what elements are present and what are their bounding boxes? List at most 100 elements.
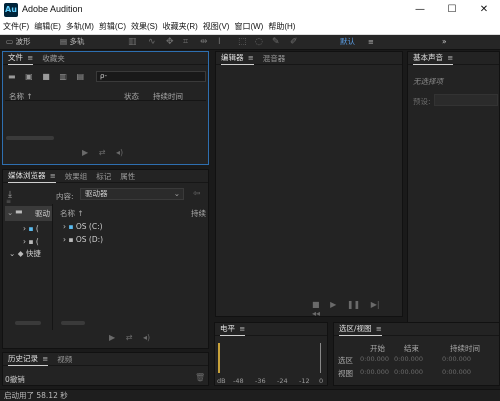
column-name[interactable]: 名称 ↑ — [60, 208, 84, 219]
time-selection-tool-icon[interactable]: I — [218, 35, 221, 49]
tab-essential-sound[interactable]: 基本声音 ≡ — [413, 52, 454, 65]
panel-menu-icon[interactable]: ≡ — [27, 54, 33, 62]
horizontal-scrollbar[interactable] — [6, 136, 54, 140]
view-end[interactable]: 0:00.000 — [394, 368, 423, 376]
tree-item-c[interactable]: › ▪ ( — [23, 224, 39, 233]
selection-end[interactable]: 0:00.000 — [394, 355, 423, 363]
window-title: Adobe Audition — [22, 4, 83, 14]
workspace-default[interactable]: 默认 — [340, 36, 355, 48]
view-duration[interactable]: 0:00.000 — [442, 368, 471, 376]
level-meter-bar — [221, 343, 321, 373]
menu-multitrack[interactable]: 多轨(M) — [66, 20, 94, 34]
content-dropdown[interactable]: 驱动器 ⌄ — [80, 188, 184, 200]
menu-help[interactable]: 帮助(H) — [268, 20, 295, 34]
tab-effects-rack[interactable]: 效果组 — [65, 171, 88, 182]
menu-effects[interactable]: 效果(S) — [131, 20, 158, 34]
panel-menu-icon[interactable]: ≡ — [376, 325, 382, 333]
tab-files[interactable]: 文件 ≡ — [8, 52, 34, 65]
minimize-button[interactable]: — — [404, 0, 436, 20]
menu-view[interactable]: 视图(V) — [203, 20, 230, 34]
tree-scrollbar[interactable] — [15, 321, 41, 325]
shortcut-icon[interactable]: ≡ — [6, 198, 11, 205]
media-transport: ▶ ⇄ ◂) — [109, 333, 158, 342]
lasso-tool-icon[interactable]: ◌ — [255, 35, 263, 49]
chevron-right-icon: › — [63, 222, 66, 231]
files-search-input[interactable]: ρ- — [96, 71, 206, 82]
spot-healing-tool-icon[interactable]: ✐ — [290, 35, 298, 49]
list-scrollbar[interactable] — [61, 321, 85, 325]
panel-menu-icon[interactable]: ≡ — [239, 325, 245, 333]
move-tool-icon[interactable]: ✥ — [166, 35, 174, 49]
tab-markers[interactable]: 标记 — [96, 171, 111, 182]
expand-icon: ⌄ — [7, 208, 14, 217]
meter-label: 0 — [319, 377, 324, 385]
play-icon[interactable]: ▶ — [82, 148, 88, 157]
import-icon[interactable]: ▣ — [25, 72, 33, 81]
tab-selection-view[interactable]: 选区/视图 ≡ — [339, 323, 382, 336]
insert-icon[interactable]: ▥ — [59, 72, 67, 81]
tree-item-shortcuts[interactable]: ⌄ ◆ 快捷 — [9, 248, 41, 259]
delete-icon[interactable]: ▤ — [76, 72, 84, 81]
play-icon[interactable]: ▶ — [330, 300, 336, 309]
header-end: 结束 — [404, 344, 419, 353]
panel-menu-icon[interactable]: ≡ — [447, 54, 453, 62]
files-transport: ▶ ⇄ ◂) — [82, 148, 131, 157]
menu-favorites[interactable]: 收藏夹(R) — [163, 20, 198, 34]
tab-favorites[interactable]: 收藏夹 — [42, 53, 65, 64]
waveform-view-button[interactable]: ▭ 波形 — [6, 36, 30, 48]
view-start[interactable]: 0:00.000 — [360, 368, 389, 376]
more-workspaces-button[interactable]: » — [442, 36, 447, 48]
preset-dropdown[interactable] — [434, 94, 498, 106]
disk-icon: ▪ — [28, 237, 34, 246]
selection-duration[interactable]: 0:00.000 — [442, 355, 471, 363]
rewind-icon[interactable]: ◂◂ — [312, 309, 320, 318]
razor-tool-icon[interactable]: ⌗ — [183, 35, 188, 49]
editor-transport: ■ ▶ ❚❚ ▶| ◂◂ — [312, 300, 402, 318]
workspace-menu-icon[interactable]: ≡ — [368, 36, 374, 48]
autoplay-icon[interactable]: ◂) — [143, 333, 150, 342]
play-icon[interactable]: ▶ — [109, 333, 115, 342]
menu-window[interactable]: 窗口(W) — [234, 20, 263, 34]
tree-item-selected[interactable]: ⌄ ▬ 驱动 — [5, 206, 52, 221]
pitch-display-icon[interactable]: ∿ — [148, 35, 156, 49]
tab-video[interactable]: 视频 — [57, 354, 72, 365]
slip-tool-icon[interactable]: ⇹ — [200, 35, 208, 49]
panel-menu-icon[interactable]: ≡ — [248, 54, 254, 62]
multitrack-view-button[interactable]: ▤ 多轨 — [60, 36, 84, 48]
loop-icon[interactable]: ⇄ — [99, 148, 106, 157]
tab-history[interactable]: 历史记录 ≡ — [8, 353, 49, 366]
menu-clip[interactable]: 剪辑(C) — [99, 20, 126, 34]
menu-file[interactable]: 文件(F) — [3, 20, 29, 34]
menu-bar: 文件(F) 编辑(E) 多轨(M) 剪辑(C) 效果(S) 收藏夹(R) 视图(… — [0, 20, 500, 35]
panel-menu-icon[interactable]: ≡ — [50, 172, 56, 180]
panel-menu-icon[interactable]: ≡ — [42, 355, 48, 363]
tab-media-browser[interactable]: 媒体浏览器 ≡ — [8, 170, 56, 183]
pause-icon[interactable]: ❚❚ — [347, 300, 360, 309]
new-file-icon[interactable]: ■ — [42, 72, 50, 81]
chevron-right-icon: › — [63, 235, 66, 244]
drive-row-d[interactable]: › ▪ OS (D:) — [63, 235, 103, 244]
maximize-button[interactable]: ☐ — [436, 0, 468, 20]
trash-icon[interactable]: 🗑 — [195, 373, 205, 382]
menu-edit[interactable]: 编辑(E) — [34, 20, 61, 34]
stop-icon[interactable]: ■ — [312, 300, 320, 309]
header-duration: 持续时间 — [450, 344, 480, 353]
drive-row-c[interactable]: › ▪ OS (C:) — [63, 222, 103, 231]
open-file-icon[interactable]: ▬ — [8, 72, 16, 81]
tab-properties[interactable]: 属性 — [120, 171, 135, 182]
loop-icon[interactable]: ⇄ — [126, 333, 133, 342]
spectral-display-icon[interactable]: ▥ — [128, 35, 137, 49]
tab-level[interactable]: 电平 ≡ — [220, 323, 246, 336]
brush-tool-icon[interactable]: ✎ — [272, 35, 280, 49]
column-duration[interactable]: 持续 — [191, 208, 206, 219]
back-arrow-icon[interactable]: ⇦ — [193, 189, 201, 199]
marquee-tool-icon[interactable]: ⬚ — [238, 35, 247, 49]
tab-editor[interactable]: 编辑器 ≡ — [221, 52, 254, 65]
selection-view-panel: 选区/视图 ≡ 开始 结束 持续时间 选区 0:00.000 0:00.000 … — [333, 322, 500, 386]
close-button[interactable]: ✕ — [468, 0, 500, 20]
tab-mixer[interactable]: 混音器 — [263, 53, 286, 64]
autoplay-icon[interactable]: ◂) — [116, 148, 123, 157]
go-to-end-icon[interactable]: ▶| — [371, 300, 380, 309]
tree-item-d[interactable]: › ▪ ( — [23, 237, 39, 246]
selection-start[interactable]: 0:00.000 — [360, 355, 389, 363]
